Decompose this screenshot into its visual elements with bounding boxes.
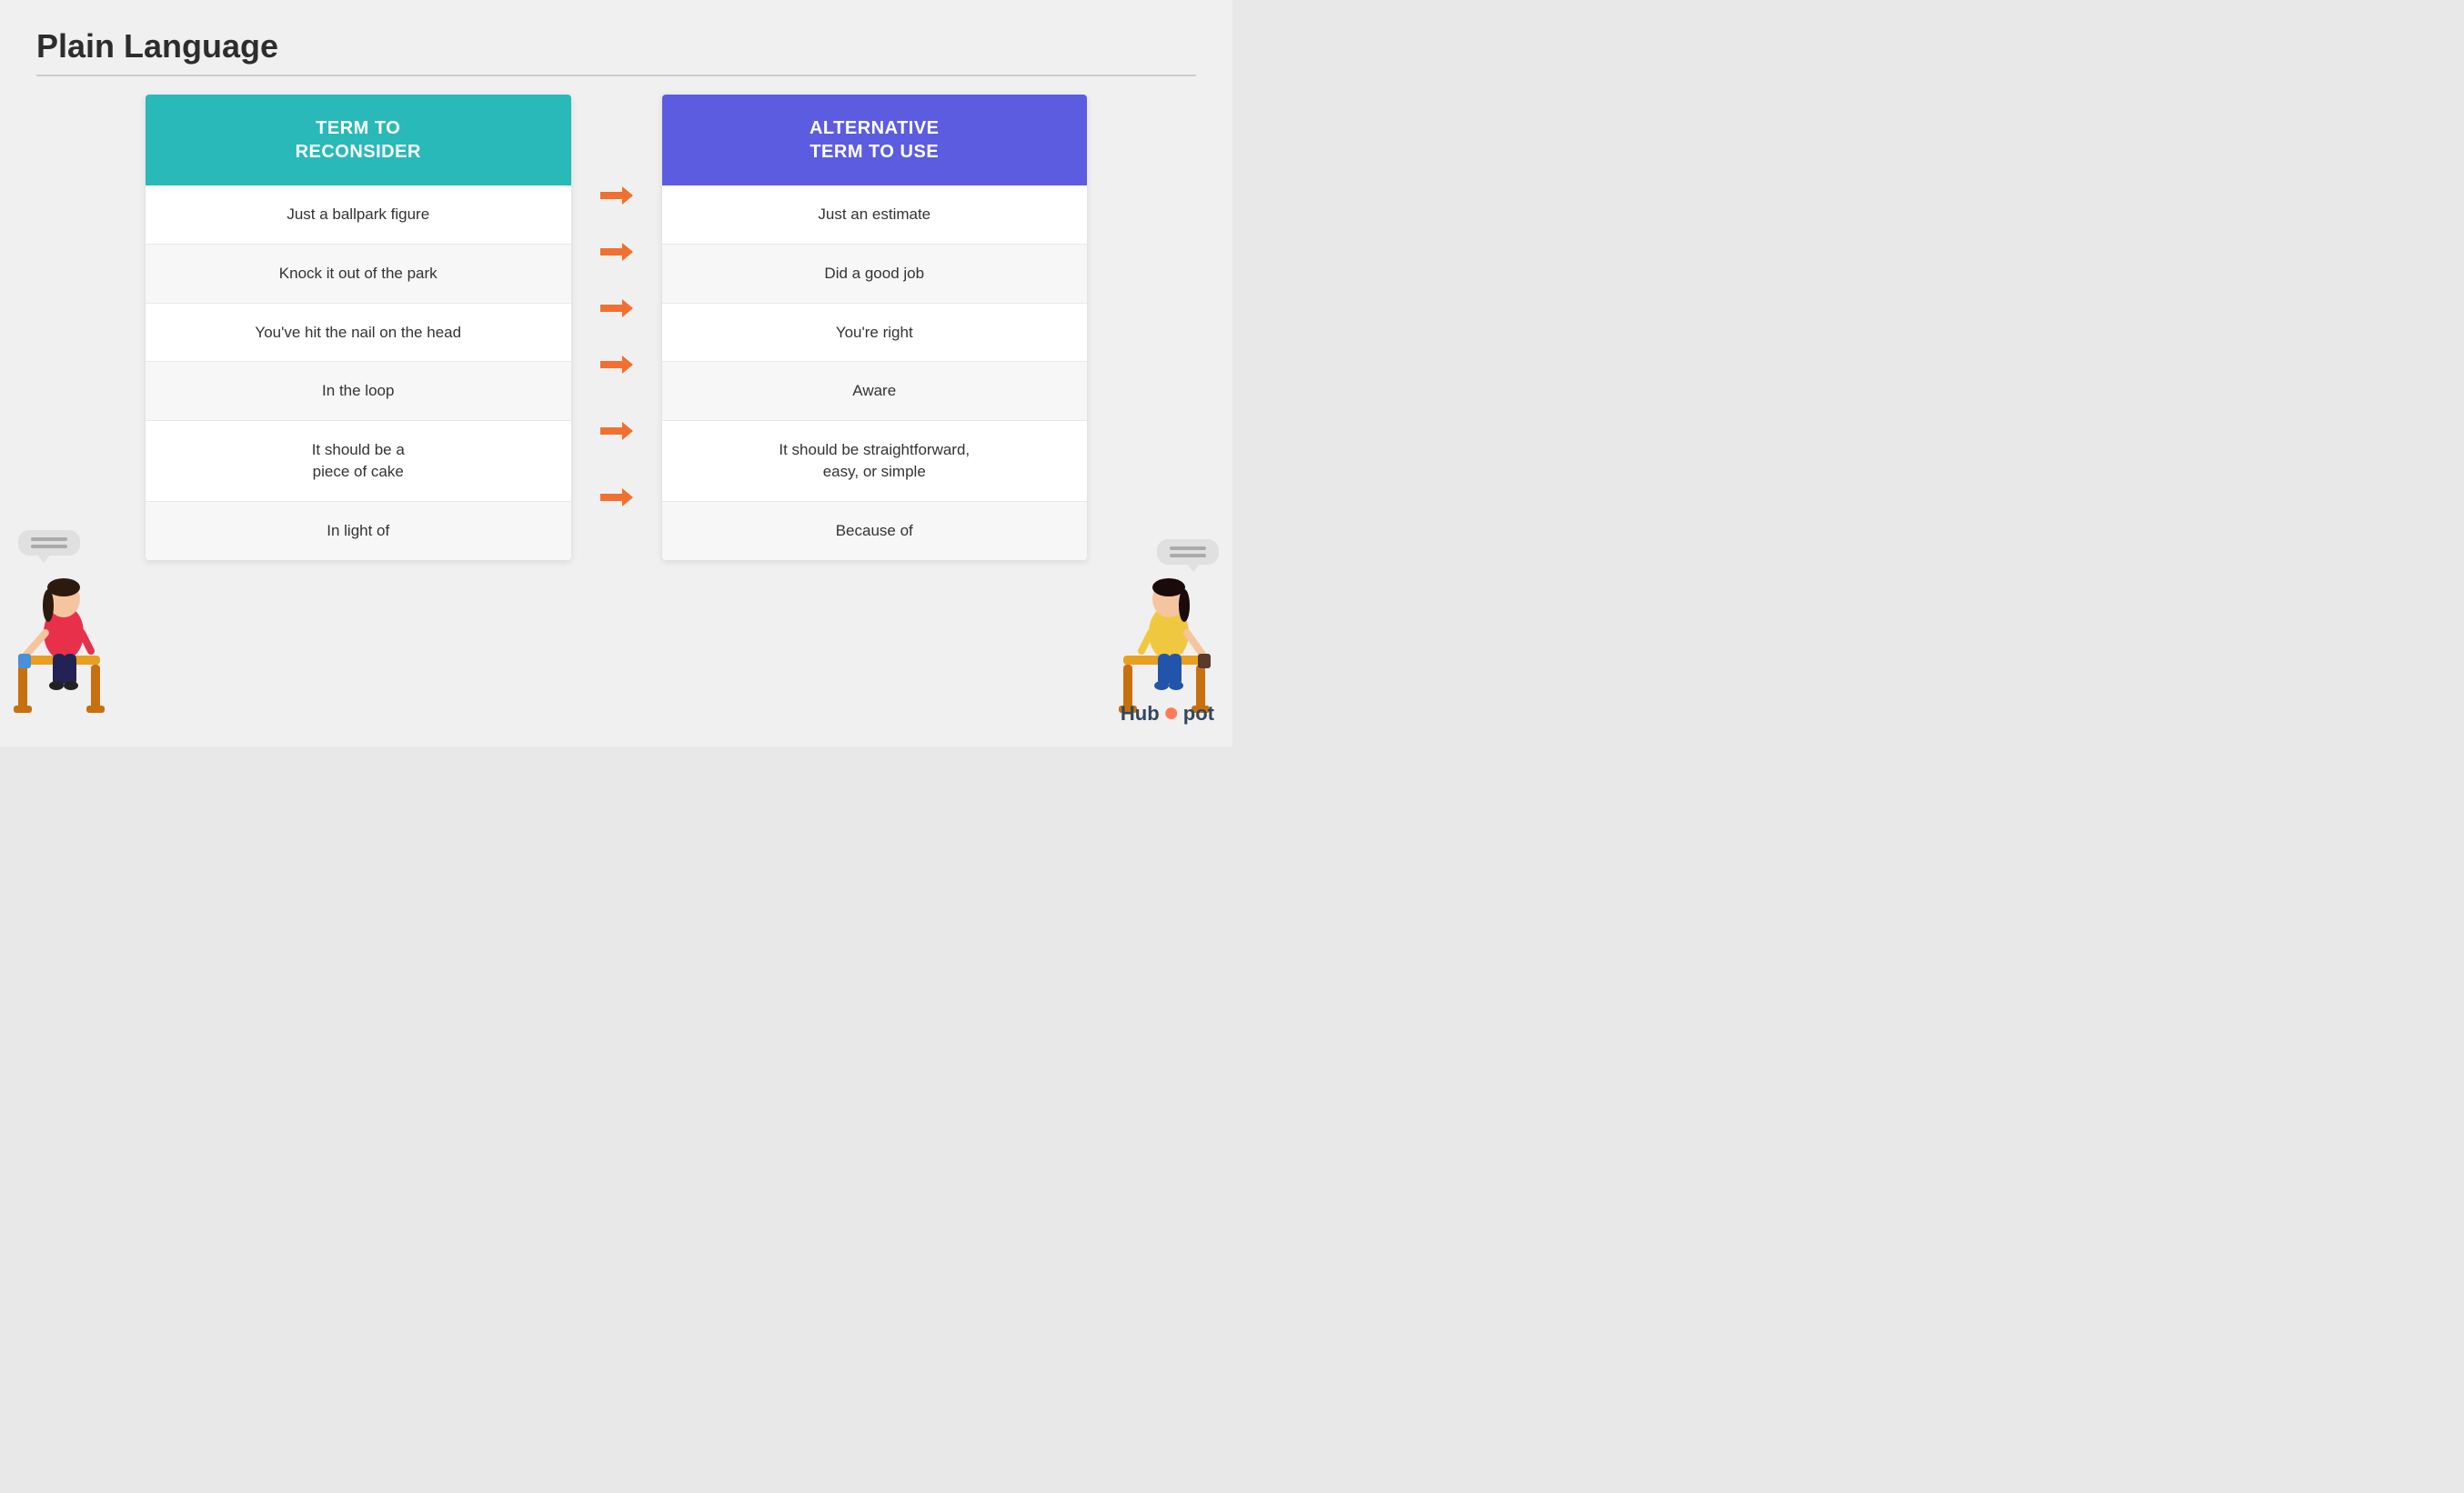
arrow-4 bbox=[600, 336, 633, 393]
title-section: Plain Language bbox=[36, 27, 1196, 76]
right-column-header: ALTERNATIVETERM TO USE bbox=[662, 95, 1088, 185]
arrow-2 bbox=[600, 224, 633, 280]
right-column: ALTERNATIVETERM TO USE Just an estimate … bbox=[662, 95, 1088, 560]
arrow-3 bbox=[600, 280, 633, 336]
hubspot-logo: Hub ● pot bbox=[1121, 699, 1214, 728]
table-wrapper: TERM TORECONSIDER Just a ballpark figure… bbox=[91, 95, 1141, 560]
right-row-5: It should be straightforward,easy, or si… bbox=[662, 421, 1088, 502]
arrow-5 bbox=[600, 393, 633, 469]
right-row-4: Aware bbox=[662, 362, 1088, 421]
divider bbox=[36, 75, 1196, 76]
left-column: TERM TORECONSIDER Just a ballpark figure… bbox=[146, 95, 571, 560]
left-row-6: In light of bbox=[146, 502, 571, 560]
content-area: TERM TORECONSIDER Just a ballpark figure… bbox=[36, 95, 1196, 560]
person-illustration-left bbox=[9, 537, 118, 719]
left-row-5: It should be apiece of cake bbox=[146, 421, 571, 502]
right-row-3: You're right bbox=[662, 304, 1088, 363]
hubspot-wordmark: Hub bbox=[1121, 702, 1160, 726]
person-illustration-right bbox=[1114, 537, 1223, 719]
right-row-2: Did a good job bbox=[662, 245, 1088, 304]
hubspot-wordmark-2: pot bbox=[1183, 702, 1214, 726]
arrow-6 bbox=[600, 469, 633, 526]
right-row-6: Because of bbox=[662, 502, 1088, 560]
arrows-column bbox=[589, 95, 644, 560]
left-row-3: You've hit the nail on the head bbox=[146, 304, 571, 363]
arrow-1 bbox=[600, 167, 633, 224]
left-row-2: Knock it out of the park bbox=[146, 245, 571, 304]
page-title: Plain Language bbox=[36, 27, 1196, 65]
left-column-header: TERM TORECONSIDER bbox=[146, 95, 571, 185]
right-row-1: Just an estimate bbox=[662, 185, 1088, 245]
page: Plain Language bbox=[0, 0, 1232, 746]
left-row-1: Just a ballpark figure bbox=[146, 185, 571, 245]
hubspot-dot: ● bbox=[1163, 699, 1180, 726]
left-row-4: In the loop bbox=[146, 362, 571, 421]
